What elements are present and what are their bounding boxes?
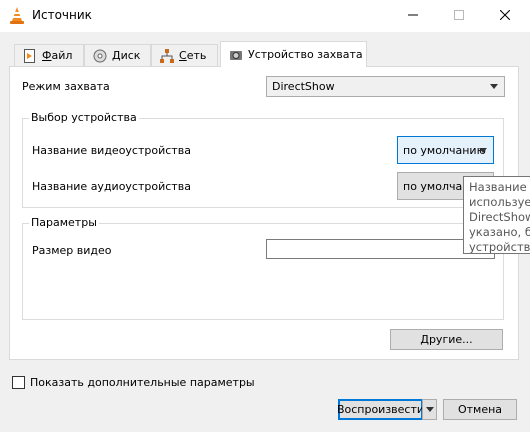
- file-icon: [23, 48, 37, 63]
- tab-disc[interactable]: Диск: [84, 44, 151, 66]
- tooltip-line: DirectShow.: [469, 210, 530, 224]
- video-device-label: Название видеоустройства: [32, 144, 191, 157]
- tab-disc-mnemonic: Д: [112, 49, 121, 62]
- video-size-input[interactable]: [266, 239, 495, 259]
- tab-network-label-rest: еть: [186, 49, 207, 62]
- tooltip: Название в используем DirectShow. указан…: [463, 176, 530, 254]
- tooltip-line: Название в: [469, 180, 530, 194]
- capture-mode-label: Режим захвата: [22, 80, 110, 93]
- minimize-icon: [408, 10, 418, 23]
- tab-network-label: Сеть: [179, 49, 206, 62]
- tab-disc-label-rest: иск: [120, 49, 141, 62]
- video-device-select[interactable]: по умолчанию: [397, 136, 494, 164]
- audio-device-label: Название аудиоустройства: [32, 180, 191, 193]
- other-options-button[interactable]: Другие...: [390, 329, 503, 350]
- vlc-cone-icon: [9, 7, 25, 25]
- play-dropdown-button[interactable]: [422, 399, 437, 420]
- network-icon: [160, 48, 174, 63]
- cancel-button[interactable]: Отмена: [443, 399, 517, 420]
- tab-disc-label: Диск: [112, 49, 140, 62]
- parameters-title: Параметры: [29, 216, 99, 229]
- show-more-checkbox[interactable]: [12, 376, 25, 389]
- chevron-down-icon: [479, 148, 487, 153]
- close-icon: [499, 9, 511, 23]
- device-selection-title: Выбор устройства: [29, 111, 139, 124]
- chevron-down-icon: [425, 407, 434, 412]
- tooltip-line: указано, бу: [469, 225, 530, 239]
- tab-network-mnemonic: С: [179, 49, 187, 62]
- capture-mode-select[interactable]: DirectShow: [266, 76, 505, 97]
- close-button[interactable]: [482, 0, 528, 32]
- tab-file-label-rest: айл: [51, 49, 73, 62]
- minimize-button[interactable]: [390, 0, 436, 32]
- capture-mode-value: DirectShow: [272, 80, 335, 93]
- capture-device-icon: [229, 48, 243, 62]
- tooltip-line: используем: [469, 195, 530, 209]
- chevron-down-icon: [490, 84, 498, 89]
- tab-file-label: Файл: [42, 49, 72, 62]
- disc-icon: [93, 49, 107, 63]
- tab-network[interactable]: Сеть: [151, 44, 218, 66]
- maximize-button[interactable]: [436, 0, 482, 32]
- tab-capture-device[interactable]: Устройство захвата: [220, 41, 367, 67]
- video-device-value: по умолчанию: [403, 143, 486, 157]
- parameters-group: [22, 223, 504, 320]
- play-button[interactable]: Воспроизвести: [337, 399, 424, 420]
- maximize-icon: [454, 9, 464, 23]
- tab-capture-device-label: Устройство захвата: [248, 48, 363, 61]
- show-more-label: Показать дополнительные параметры: [30, 376, 255, 389]
- tooltip-line: устройство: [469, 240, 530, 254]
- window-title: Источник: [32, 8, 92, 22]
- video-size-label: Размер видео: [32, 244, 112, 257]
- tab-file[interactable]: Файл: [14, 44, 84, 66]
